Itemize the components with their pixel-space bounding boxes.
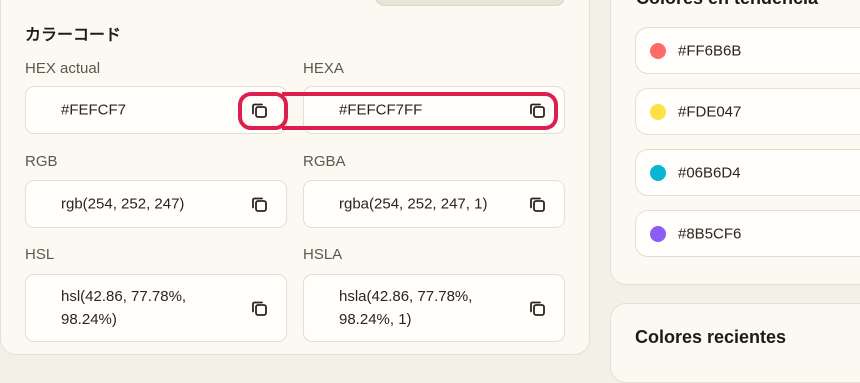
- copy-icon: [530, 103, 545, 118]
- hexa-field: #FEFCF7FF: [303, 86, 565, 134]
- copy-icon: [252, 197, 267, 212]
- color-label: #FF6B6B: [678, 42, 742, 59]
- color-swatch: [650, 225, 666, 242]
- copy-rgba-button[interactable]: [524, 191, 550, 217]
- trending-title: Colores en tendencia: [636, 0, 818, 9]
- color-swatch: [650, 164, 666, 181]
- hsla-field: hsla(42.86, 77.78%, 98.24%, 1): [303, 274, 565, 342]
- trending-color-item[interactable]: #FDE047: [635, 88, 860, 135]
- copy-hsl-button[interactable]: [246, 295, 272, 321]
- trending-color-item[interactable]: #8B5CF6: [635, 210, 860, 257]
- copy-hexa-button[interactable]: [524, 97, 550, 123]
- hsl-field: hsl(42.86, 77.78%, 98.24%): [25, 274, 287, 342]
- rgba-label: RGBA: [303, 153, 346, 170]
- copy-icon: [530, 197, 545, 212]
- rgba-field: rgba(254, 252, 247, 1): [303, 180, 565, 228]
- trending-color-item[interactable]: #FF6B6B: [635, 27, 860, 74]
- lightness-slider[interactable]: [375, 0, 565, 6]
- color-label: #FDE047: [678, 103, 742, 120]
- hsla-value: hsla(42.86, 77.78%, 98.24%, 1): [339, 288, 473, 328]
- copy-icon: [530, 301, 545, 316]
- color-swatch: [650, 42, 666, 59]
- hsla-label: HSLA: [303, 246, 343, 263]
- copy-icon: [252, 103, 267, 118]
- rgb-label: RGB: [25, 153, 58, 170]
- hex-value: #FEFCF7: [61, 101, 127, 119]
- trending-color-item[interactable]: #06B6D4: [635, 149, 860, 196]
- copy-rgb-button[interactable]: [246, 191, 272, 217]
- hsl-value: hsl(42.86, 77.78%, 98.24%): [61, 288, 187, 328]
- copy-hsla-button[interactable]: [524, 295, 550, 321]
- rgb-value: rgb(254, 252, 247): [61, 195, 185, 213]
- hexa-label: HEXA: [303, 60, 344, 77]
- color-swatch: [650, 103, 666, 120]
- section-title: カラーコード: [25, 27, 122, 44]
- hsl-label: HSL: [25, 246, 55, 263]
- color-label: #06B6D4: [678, 164, 741, 181]
- rgba-value: rgba(254, 252, 247, 1): [339, 195, 488, 213]
- hexa-value: #FEFCF7FF: [339, 101, 423, 119]
- hex-field: #FEFCF7: [25, 86, 287, 134]
- copy-icon: [252, 301, 267, 316]
- copy-hex-button[interactable]: [246, 97, 272, 123]
- hex-label: HEX actual: [25, 60, 101, 77]
- color-label: #8B5CF6: [678, 225, 742, 242]
- rgb-field: rgb(254, 252, 247): [25, 180, 287, 228]
- recent-title: Colores recientes: [635, 327, 787, 347]
